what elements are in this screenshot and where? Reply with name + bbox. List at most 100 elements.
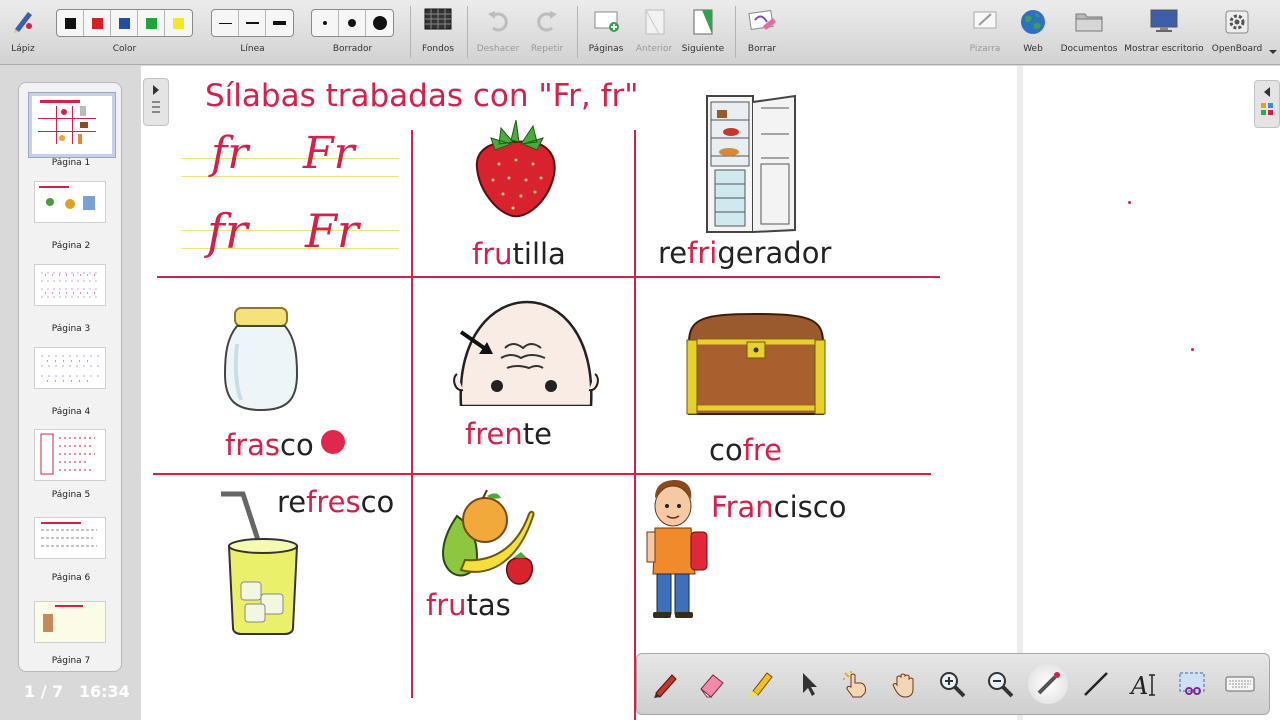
svg-text:A: A: [1129, 672, 1148, 699]
word-frente: frente: [465, 417, 552, 451]
capture-icon: [1179, 672, 1205, 695]
toolbar-divider: [735, 6, 736, 58]
main-toolbar: Lápiz Color Línea Borrador Fondos Deshac…: [0, 0, 1280, 65]
drawing-tools-bar: A: [636, 653, 1270, 715]
pen-cursor-dot: [321, 430, 345, 454]
page-label-6: Página 6: [51, 573, 91, 583]
line-label-wrap: Línea: [240, 44, 265, 54]
page-counter: 1 / 7: [24, 682, 64, 701]
page-thumbnail-2[interactable]: [34, 181, 106, 223]
eraser-icon: [700, 674, 724, 698]
line-tool[interactable]: [1076, 664, 1116, 704]
laser-pointer-icon: [1037, 672, 1060, 695]
gear-icon: [1225, 10, 1249, 34]
cursive-lower-1: fr: [211, 128, 249, 179]
openboard-menu-button[interactable]: OpenBoard: [1208, 0, 1266, 64]
select-tool[interactable]: [788, 664, 828, 704]
pages-sidebar: Página 1 Página 2 Página 3 Página 4 Pági…: [18, 82, 122, 672]
page-label-3: Página 3: [51, 324, 91, 334]
cursive-lower-2: fr: [207, 204, 248, 260]
chevron-left-icon: [1261, 87, 1273, 115]
board-right-area[interactable]: [1017, 66, 1280, 720]
redo-button[interactable]: Repetir: [524, 0, 570, 64]
next-page-icon: [693, 9, 713, 35]
refrigerator-image: [706, 94, 796, 233]
page-thumbnail-5[interactable]: [34, 429, 106, 481]
eraser-tool[interactable]: [692, 664, 732, 704]
board-mode-button[interactable]: Pizarra: [962, 0, 1008, 64]
pen-icon: [654, 674, 677, 698]
thumbnail-preview: [41, 522, 97, 547]
word-frutas: frutas: [426, 588, 511, 622]
text-icon: A: [1129, 672, 1155, 699]
thumbnail-preview: [41, 355, 99, 382]
boy-image: [646, 480, 708, 618]
chevron-down-icon[interactable]: [1268, 48, 1278, 56]
keyboard-tool[interactable]: [1220, 664, 1260, 704]
show-desktop-button[interactable]: Mostrar escritorio: [1122, 0, 1206, 64]
documents-button[interactable]: Documentos: [1058, 0, 1120, 64]
capture-tool[interactable]: [1172, 664, 1212, 704]
next-page-button[interactable]: Siguiente: [678, 0, 728, 64]
pen-tool[interactable]: [645, 664, 685, 704]
page-label-5: Página 5: [51, 490, 91, 500]
strawberry-image: [475, 120, 556, 218]
previous-page-button[interactable]: Anterior: [630, 0, 678, 64]
clear-button[interactable]: Borrar: [740, 0, 784, 64]
pages-button[interactable]: Páginas: [582, 0, 630, 64]
page-title: Sílabas trabadas con "Fr, fr": [205, 78, 639, 114]
board-canvas[interactable]: Sílabas trabadas con "Fr, fr" fr Fr fr F…: [141, 66, 1280, 720]
ink-dot: [1191, 348, 1194, 351]
undo-button[interactable]: Deshacer: [472, 0, 524, 64]
add-page-icon: [594, 11, 619, 32]
monitor-icon: [1150, 9, 1178, 32]
grid-background-icon: [424, 8, 452, 30]
worksheet: Sílabas trabadas con "Fr, fr" fr Fr fr F…: [141, 66, 1011, 720]
thumbnail-preview: [41, 272, 99, 298]
page-thumbnail-3[interactable]: [34, 264, 106, 306]
zoom-in-tool[interactable]: [932, 664, 972, 704]
grid-line: [153, 473, 931, 475]
forehead-image: [453, 300, 599, 406]
eraser-label-wrap: Borrador: [332, 44, 373, 54]
zoom-out-icon: [988, 672, 1014, 698]
library-toggle-handle[interactable]: [1254, 80, 1280, 128]
thumbnail-preview: [39, 186, 95, 210]
page-thumbnail-4[interactable]: [34, 347, 106, 389]
word-frutilla: frutilla: [472, 237, 566, 271]
folder-icon: [1075, 13, 1103, 32]
whiteboard-icon: [973, 11, 997, 29]
laser-pointer-tool[interactable]: [1028, 664, 1068, 704]
toolbar-divider: [577, 6, 578, 58]
cursive-upper-2: Fr: [305, 204, 359, 258]
toolbar-divider: [410, 6, 411, 58]
zoom-out-tool[interactable]: [980, 664, 1020, 704]
clock: 16:34: [78, 682, 130, 701]
interact-tool[interactable]: [836, 664, 876, 704]
marker-tool[interactable]: [740, 664, 780, 704]
page-label-4: Página 4: [51, 407, 91, 417]
web-button[interactable]: Web: [1010, 0, 1056, 64]
undo-icon: [488, 11, 508, 32]
page-label-7: Página 7: [51, 656, 91, 666]
word-refresco: refresco: [277, 485, 395, 519]
page-thumbnail-7[interactable]: [34, 601, 106, 643]
backgrounds-button[interactable]: Fondos: [414, 0, 462, 64]
selector-icon: [803, 673, 817, 696]
clear-page-icon: [748, 9, 776, 31]
globe-icon: [1021, 10, 1045, 34]
hand-icon: [892, 673, 914, 698]
sidebar-toggle-handle[interactable]: [143, 78, 169, 126]
hand-tool[interactable]: [884, 664, 924, 704]
page-label-1: Página 1: [51, 158, 91, 168]
marker-icon: [748, 672, 773, 697]
page-thumbnail-6[interactable]: [34, 517, 106, 559]
thumbnail-preview: [40, 433, 95, 475]
text-tool[interactable]: A: [1124, 664, 1164, 704]
page-label-2: Página 2: [51, 241, 91, 251]
word-refrigerador: refrigerador: [658, 236, 832, 270]
previous-page-icon: [645, 9, 665, 35]
page-thumbnail-1[interactable]: [29, 93, 115, 157]
pencil-tool[interactable]: Lápiz: [0, 0, 46, 64]
interact-icon: [843, 671, 866, 698]
